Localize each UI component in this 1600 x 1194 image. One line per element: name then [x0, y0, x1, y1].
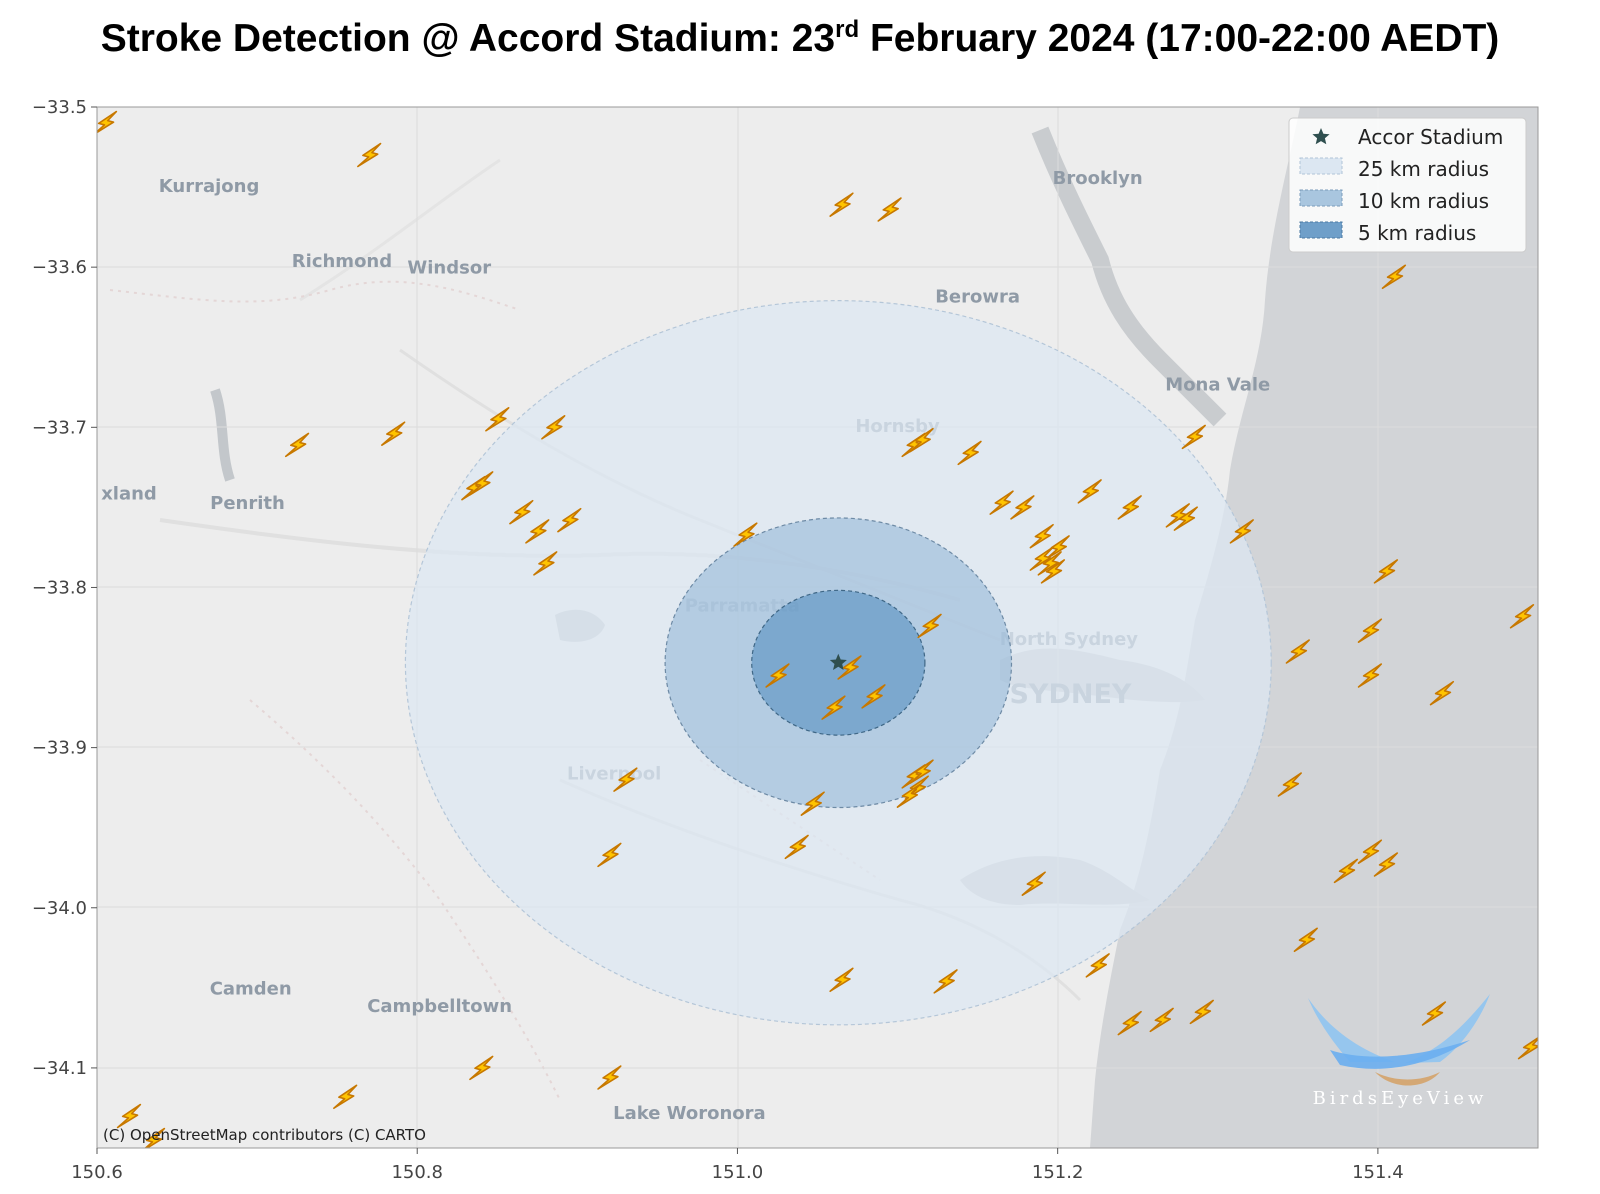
place-label: xland	[101, 483, 157, 504]
place-label: Penrith	[210, 493, 285, 514]
legend-label-5km: 5 km radius	[1358, 221, 1476, 245]
legend-label-25km: 25 km radius	[1358, 157, 1489, 181]
map-attribution: (C) OpenStreetMap contributors (C) CARTO	[103, 1126, 426, 1144]
y-axis: −33.5 −33.6 −33.7 −33.8 −33.9 −34.0 −34.1	[32, 97, 97, 1079]
logo-text: BirdsEyeView	[1313, 1088, 1488, 1109]
x-tick-label: 151.0	[712, 1162, 764, 1183]
map-chart: Kurrajong Richmond Windsor Brooklyn Berowra M…	[32, 97, 1539, 1183]
place-label: Richmond	[292, 251, 392, 272]
x-tick-label: 150.8	[391, 1162, 443, 1183]
place-label: Kurrajong	[159, 176, 260, 197]
place-label: Berowra	[935, 286, 1020, 307]
legend: Accor Stadium 25 km radius 10 km radius …	[1288, 117, 1527, 253]
x-tick-label: 151.2	[1032, 1162, 1084, 1183]
y-tick-label: −33.9	[32, 738, 87, 759]
y-tick-label: −34.0	[32, 898, 87, 919]
place-label: Camden	[210, 978, 292, 999]
y-tick-label: −33.8	[32, 577, 87, 598]
x-tick-label: 150.6	[71, 1162, 123, 1183]
place-label: Windsor	[407, 258, 491, 279]
place-label: Lake Woronora	[613, 1103, 766, 1124]
place-label: Mona Vale	[1165, 374, 1270, 395]
y-tick-label: −33.6	[32, 257, 87, 278]
y-tick-label: −33.5	[32, 97, 87, 118]
place-label: Campbelltown	[367, 996, 512, 1017]
x-tick-label: 151.4	[1352, 1162, 1404, 1183]
map-background: Kurrajong Richmond Windsor Brooklyn Berowra M…	[97, 107, 1538, 1148]
legend-label-stadium: Accor Stadium	[1358, 125, 1503, 149]
x-axis: 150.6 150.8 151.0 151.2 151.4	[71, 1148, 1404, 1183]
place-label: Brooklyn	[1053, 168, 1143, 189]
y-tick-label: −34.1	[32, 1058, 87, 1079]
legend-label-10km: 10 km radius	[1358, 189, 1489, 213]
y-tick-label: −33.7	[32, 417, 87, 438]
